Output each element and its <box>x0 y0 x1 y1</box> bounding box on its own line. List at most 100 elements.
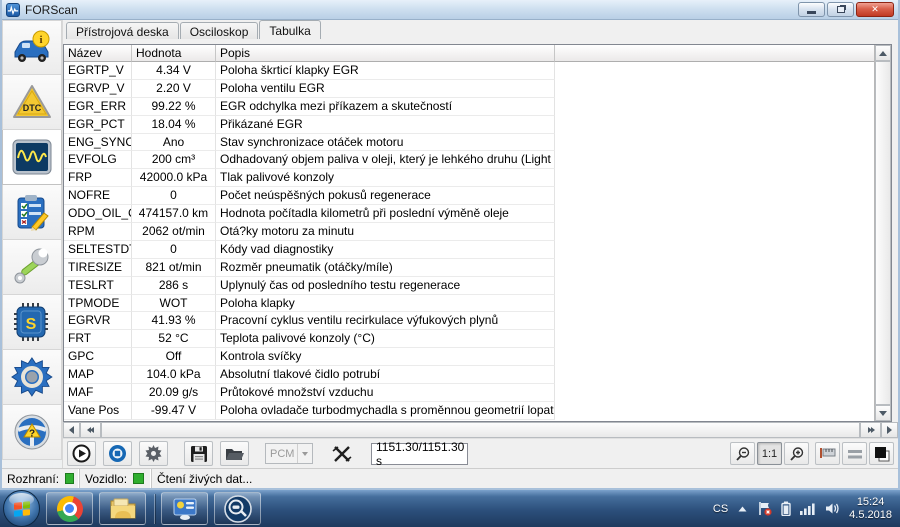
table-row[interactable]: MAF 20.09 g/s Průtokové množství vzduchu <box>64 384 874 402</box>
sidebar-item-help[interactable]: ? <box>2 405 62 460</box>
table-row[interactable]: GPC Off Kontrola svíčky <box>64 348 874 366</box>
status-message-panel: Čtení živých dat... <box>152 469 898 488</box>
language-indicator[interactable]: CS <box>713 503 728 515</box>
sidebar-item-vehicle-info[interactable]: i <box>2 20 62 75</box>
table-row[interactable]: EGRTP_V 4.34 V Poloha škrticí klapky EGR <box>64 62 874 80</box>
horizontal-scroll-thumb[interactable] <box>101 422 860 438</box>
network-signal-icon[interactable] <box>800 502 816 515</box>
time-display: 1151.30/1151.30 s <box>371 443 468 465</box>
grid-lines-button[interactable] <box>842 442 867 465</box>
dtc-warning-icon: DTC <box>11 83 53 121</box>
sidebar: i DTC <box>2 20 63 468</box>
stop-button[interactable] <box>103 441 132 466</box>
table-row[interactable]: EGRVR 41.93 % Pracovní cyklus ventilu re… <box>64 312 874 330</box>
sidebar-item-configuration[interactable]: S <box>2 295 62 350</box>
scroll-right-fast-button[interactable] <box>860 422 881 438</box>
restore-button[interactable] <box>827 2 854 17</box>
volume-icon[interactable] <box>825 502 840 515</box>
module-selector[interactable]: PCM <box>265 443 313 464</box>
column-header-hodnota[interactable]: Hodnota <box>132 45 216 62</box>
arrow-right-icon <box>887 426 896 434</box>
table-row[interactable]: MAP 104.0 kPa Absolutní tlakové čidlo po… <box>64 366 874 384</box>
table-row[interactable]: EGR_PCT 18.04 % Přikázané EGR <box>64 116 874 134</box>
zoom-reset-button[interactable]: 1:1 <box>757 442 782 465</box>
data-table: Název Hodnota Popis EGRTP_V 4.34 V Poloh… <box>63 44 892 422</box>
svg-text:DTC: DTC <box>23 103 42 113</box>
column-header-nazev[interactable]: Název <box>64 45 132 62</box>
scroll-left-button[interactable] <box>63 422 80 438</box>
table-row[interactable]: TIRESIZE 821 ot/min Rozměr pneumatik (ot… <box>64 259 874 277</box>
action-center-icon[interactable] <box>757 501 772 516</box>
forscan-icon <box>224 495 252 523</box>
table-row[interactable]: ENG_SYNC Ano Stav synchronizace otáček m… <box>64 134 874 152</box>
play-icon <box>72 444 91 463</box>
taskbar-item-control-panel[interactable] <box>161 492 208 525</box>
svg-text:?: ? <box>29 429 35 440</box>
scroll-down-button[interactable] <box>875 405 891 421</box>
table-row[interactable]: EGR_ERR 99.22 % EGR odchylka mezi příkaz… <box>64 98 874 116</box>
minimize-button[interactable] <box>798 2 825 17</box>
sidebar-item-dtc[interactable]: DTC <box>2 75 62 130</box>
zoom-out-button[interactable] <box>730 442 755 465</box>
column-header-popis[interactable]: Popis <box>216 45 555 62</box>
scroll-up-button[interactable] <box>875 45 891 61</box>
background-color-button[interactable] <box>869 442 894 465</box>
column-header-empty <box>555 45 874 62</box>
oscilloscope-icon <box>11 138 53 176</box>
table-row[interactable]: EVFOLG 200 cm³ Odhadovaný objem paliva v… <box>64 151 874 169</box>
taskbar-clock[interactable]: 15:24 4.5.2018 <box>849 496 892 522</box>
taskbar-item-chrome[interactable] <box>46 492 93 525</box>
measure-button[interactable] <box>815 442 840 465</box>
vertical-scroll-thumb[interactable] <box>875 61 891 405</box>
play-button[interactable] <box>67 441 96 466</box>
table-row[interactable]: NOFRE 0 Počet neúspěšných pokusů regener… <box>64 187 874 205</box>
show-hidden-icons-button[interactable] <box>737 505 748 513</box>
table-row[interactable]: SELTESTDTC 0 Kódy vad diagnostiky <box>64 241 874 259</box>
forscan-window: FORScan ✕ i <box>0 0 900 490</box>
titlebar[interactable]: FORScan ✕ <box>2 0 898 20</box>
table-row[interactable]: FRP 42000.0 kPa Tlak palivové konzoly <box>64 169 874 187</box>
table-row[interactable]: ODO_OIL_CH 474157.0 km Hodnota počítadla… <box>64 205 874 223</box>
sidebar-item-tests[interactable] <box>2 185 62 240</box>
table-row[interactable]: EGRVP_V 2.20 V Poloha ventilu EGR <box>64 80 874 98</box>
vertical-scrollbar[interactable] <box>874 45 891 421</box>
table-row[interactable]: FRT 52 °C Teplota palivové konzoly (°C) <box>64 330 874 348</box>
record-settings-button[interactable] <box>139 441 168 466</box>
battery-icon[interactable] <box>781 501 791 516</box>
chevron-down-icon <box>297 444 312 463</box>
disconnect-icon <box>332 445 352 463</box>
table-row[interactable]: RPM 2062 ot/min Otá?ky motoru za minutu <box>64 223 874 241</box>
sidebar-item-settings[interactable] <box>2 350 62 405</box>
display-settings-icon <box>171 497 199 521</box>
close-button[interactable]: ✕ <box>856 2 894 17</box>
start-button[interactable] <box>3 490 40 527</box>
disconnect-button[interactable] <box>327 441 356 466</box>
taskbar-item-explorer[interactable] <box>99 492 146 525</box>
car-info-icon: i <box>12 30 52 66</box>
table-body: EGRTP_V 4.34 V Poloha škrticí klapky EGR… <box>64 62 874 421</box>
sidebar-item-service[interactable] <box>2 240 62 295</box>
save-button[interactable] <box>184 441 213 466</box>
stop-icon <box>108 444 127 463</box>
zoom-in-button[interactable] <box>784 442 809 465</box>
tab-pristrojova-deska[interactable]: Přístrojová deska <box>66 22 179 39</box>
sidebar-item-oscilloscope[interactable] <box>2 130 62 185</box>
tab-tabulka[interactable]: Tabulka <box>259 20 320 39</box>
table-row[interactable]: TPMODE WOT Poloha klapky <box>64 295 874 313</box>
scroll-left-fast-button[interactable] <box>80 422 101 438</box>
table-row[interactable]: Vane Pos -99.47 V Poloha ovladače turbod… <box>64 402 874 420</box>
clock-date: 4.5.2018 <box>849 509 892 522</box>
scroll-right-button[interactable] <box>881 422 898 438</box>
window-title: FORScan <box>25 3 78 17</box>
tab-osciloskop[interactable]: Osciloskop <box>180 22 259 39</box>
table-row[interactable]: TESLRT 286 s Uplynulý čas od posledního … <box>64 277 874 295</box>
taskbar-divider <box>154 494 155 524</box>
horizontal-scrollbar[interactable] <box>63 422 898 438</box>
svg-text:S: S <box>26 316 37 333</box>
interface-status-led <box>65 473 74 484</box>
tab-page-tabulka: Název Hodnota Popis EGRTP_V 4.34 V Poloh… <box>63 39 898 422</box>
open-button[interactable] <box>220 441 249 466</box>
arrow-left-icon <box>65 426 74 434</box>
statusbar: Rozhraní: Vozidlo: Čtení živých dat... <box>2 468 898 488</box>
taskbar-item-forscan[interactable] <box>214 492 261 525</box>
